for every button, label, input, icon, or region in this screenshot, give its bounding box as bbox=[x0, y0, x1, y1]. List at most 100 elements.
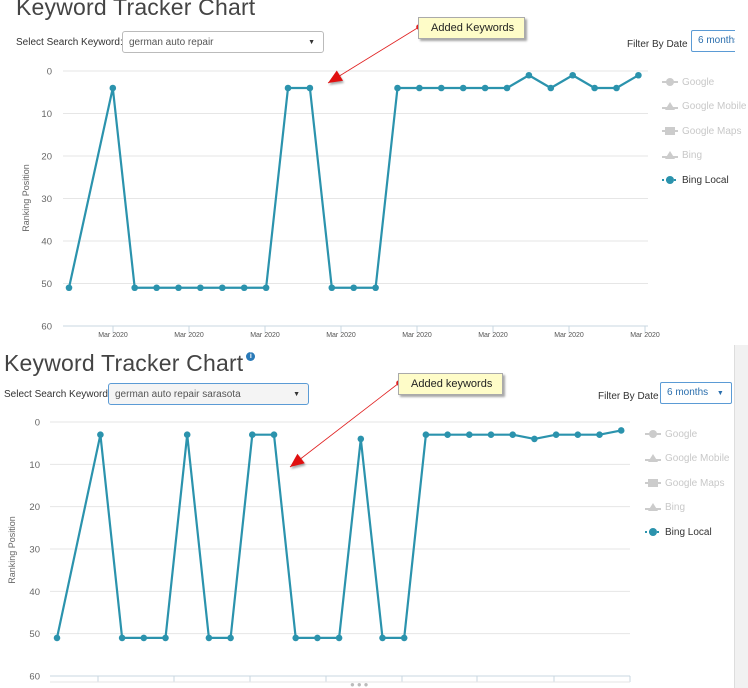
legend-item-google-mobile[interactable]: Google Mobile bbox=[645, 447, 729, 472]
data-point bbox=[118, 634, 126, 642]
data-point bbox=[613, 84, 620, 92]
data-point bbox=[503, 84, 511, 92]
data-point bbox=[53, 634, 61, 642]
legend-label: Google Maps bbox=[665, 477, 725, 489]
data-point bbox=[394, 84, 401, 92]
y-tick-label: 10 bbox=[41, 109, 52, 120]
data-point bbox=[525, 71, 533, 79]
triangle-marker-icon bbox=[645, 453, 661, 462]
data-point bbox=[552, 431, 560, 438]
data-point bbox=[249, 431, 256, 438]
legend-item-bing[interactable]: Bing bbox=[662, 144, 746, 169]
data-point bbox=[379, 634, 386, 642]
data-point bbox=[270, 431, 278, 438]
data-point bbox=[459, 84, 467, 92]
legend-item-bing-local[interactable]: Bing Local bbox=[662, 168, 746, 193]
legend-label: Bing Local bbox=[682, 174, 729, 186]
data-point bbox=[131, 284, 138, 292]
data-point bbox=[466, 431, 473, 438]
data-point bbox=[240, 284, 248, 292]
series-line-bing-local bbox=[55, 429, 622, 639]
data-point bbox=[292, 634, 300, 642]
y-tick-label: 50 bbox=[41, 279, 52, 290]
y-tick-label: 30 bbox=[29, 545, 40, 556]
annotation-arrowhead bbox=[328, 70, 344, 83]
data-point bbox=[617, 427, 625, 434]
data-point bbox=[416, 84, 423, 92]
data-point bbox=[335, 634, 343, 642]
chart-legend: Google Google Mobile Google Maps Bing Bing L… bbox=[662, 70, 746, 193]
data-point bbox=[591, 84, 598, 92]
legend-label: Google Mobile bbox=[682, 101, 747, 113]
data-point bbox=[596, 431, 603, 438]
data-point bbox=[400, 634, 408, 642]
x-tick-label: Mar 2020 bbox=[250, 332, 280, 339]
legend-item-google-maps[interactable]: Google Maps bbox=[662, 119, 746, 144]
ranking-line-chart: 0 10 20 30 40 50 60 Ranking Position Mar 2020 Mar… bbox=[21, 24, 660, 339]
series-line-bing-local bbox=[67, 74, 639, 289]
triangle-marker-icon bbox=[662, 101, 678, 110]
y-tick-label: 40 bbox=[41, 237, 52, 248]
legend-label: Bing Local bbox=[665, 526, 712, 538]
circle-marker-icon bbox=[645, 430, 661, 439]
data-point bbox=[175, 284, 182, 292]
data-point bbox=[372, 284, 379, 292]
circle-marker-icon bbox=[662, 176, 678, 185]
data-point bbox=[219, 284, 226, 292]
annotation-callout: Added Keywords bbox=[418, 17, 526, 39]
legend-item-google[interactable]: Google bbox=[662, 70, 746, 95]
data-point bbox=[140, 634, 148, 642]
data-point bbox=[65, 284, 73, 292]
legend-item-bing[interactable]: Bing bbox=[645, 496, 729, 521]
legend-label: Google bbox=[682, 76, 715, 88]
legend-item-google-mobile[interactable]: Google Mobile bbox=[662, 95, 746, 120]
data-point bbox=[487, 431, 495, 438]
legend-item-google-maps[interactable]: Google Maps bbox=[645, 471, 729, 496]
y-tick-label: 0 bbox=[35, 418, 40, 429]
x-tick-label: Mar 2020 bbox=[630, 332, 660, 339]
triangle-marker-icon bbox=[645, 502, 661, 511]
resize-handle[interactable]: ●●● bbox=[350, 680, 371, 688]
triangle-marker-icon bbox=[662, 150, 678, 159]
chart-legend: Google Google Mobile Google Maps Bing Bing L… bbox=[645, 422, 729, 545]
data-point bbox=[262, 284, 270, 292]
y-tick-label: 20 bbox=[41, 152, 52, 163]
y-tick-label: 20 bbox=[29, 502, 40, 513]
y-tick-label: 50 bbox=[29, 629, 40, 640]
data-point bbox=[306, 84, 314, 92]
x-tick-label: Mar 2020 bbox=[174, 332, 204, 339]
data-point bbox=[635, 71, 642, 79]
data-point bbox=[547, 84, 555, 92]
data-point bbox=[227, 634, 234, 642]
legend-label: Google Mobile bbox=[665, 453, 730, 465]
data-point bbox=[109, 84, 117, 92]
data-point bbox=[197, 284, 204, 292]
data-point bbox=[205, 634, 213, 642]
y-tick-label: 10 bbox=[29, 460, 40, 471]
y-tick-label: 30 bbox=[41, 194, 52, 205]
circle-marker-icon bbox=[645, 528, 661, 537]
data-point bbox=[438, 84, 445, 92]
x-tick-label: Mar 2020 bbox=[554, 332, 584, 339]
y-axis-label: Ranking Position bbox=[7, 516, 17, 584]
data-point bbox=[328, 284, 336, 292]
data-point bbox=[153, 284, 160, 292]
ranking-line-chart: 0 10 20 30 40 50 60 Ranking Position bbox=[7, 380, 631, 683]
data-point bbox=[183, 431, 191, 438]
circle-marker-icon bbox=[662, 78, 678, 87]
data-point bbox=[422, 431, 430, 438]
x-tick-label: Mar 2020 bbox=[98, 332, 128, 339]
annotation-arrow-line bbox=[289, 382, 400, 468]
legend-item-google[interactable]: Google bbox=[645, 422, 729, 447]
legend-label: Bing bbox=[665, 502, 686, 514]
data-point bbox=[284, 84, 292, 92]
data-point bbox=[444, 431, 451, 438]
annotation-arrowhead bbox=[290, 453, 305, 467]
data-point bbox=[357, 435, 365, 443]
x-tick-label: Mar 2020 bbox=[402, 332, 432, 339]
legend-item-bing-local[interactable]: Bing Local bbox=[645, 520, 729, 545]
annotation-callout: Added keywords bbox=[398, 373, 504, 395]
annotation-arrow-line bbox=[327, 26, 420, 84]
data-point bbox=[481, 84, 489, 92]
y-axis-label: Ranking Position bbox=[21, 164, 31, 232]
